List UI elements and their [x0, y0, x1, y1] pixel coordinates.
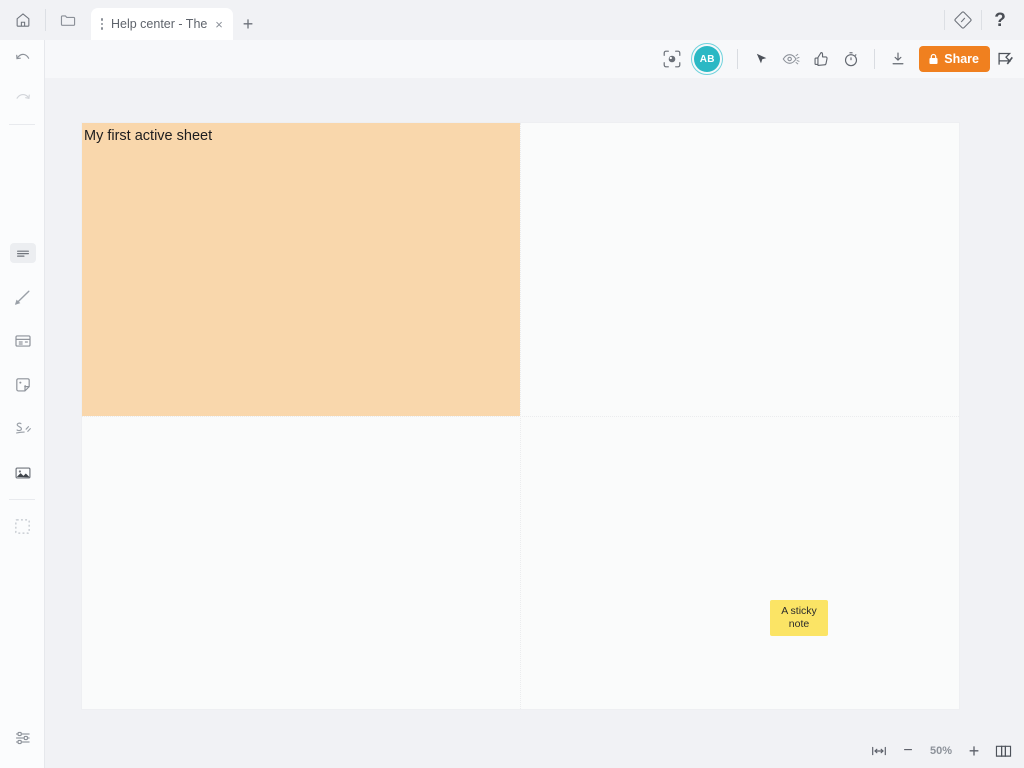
avatar-ring — [691, 43, 724, 75]
avatar[interactable]: AB — [691, 43, 724, 75]
zoom-in-button[interactable]: + — [961, 738, 987, 764]
sliders-settings-icon — [13, 728, 33, 748]
status-bar: − 50% + — [45, 734, 1024, 768]
left-sidebar — [0, 40, 45, 768]
card-layout-icon — [13, 331, 33, 351]
focus-frame-icon — [659, 47, 685, 71]
timer-button[interactable] — [836, 44, 866, 74]
sticky-note-tag-icon — [13, 375, 33, 395]
download-icon — [889, 50, 907, 68]
diamond-menu-button[interactable] — [945, 0, 981, 40]
sidebar-item-redo[interactable] — [0, 76, 45, 120]
lock-icon — [928, 53, 939, 65]
pointer-button[interactable] — [746, 44, 776, 74]
sidebar-item-text[interactable] — [0, 231, 45, 275]
focus-mode-button[interactable] — [657, 44, 687, 74]
pen-icon — [12, 287, 33, 308]
toolbar-divider-2 — [874, 49, 876, 69]
grid-line-horizontal — [82, 416, 959, 417]
top-bar-right: ? — [944, 0, 1024, 40]
download-button[interactable] — [883, 44, 913, 74]
new-tab-button[interactable]: + — [233, 8, 263, 40]
sidebar-divider-2 — [9, 499, 35, 500]
sidebar-divider-1 — [9, 124, 35, 125]
canvas-area[interactable]: My first active sheet A sticky note — [45, 78, 1024, 734]
home-button[interactable] — [0, 0, 45, 40]
cursor-pointer-icon — [753, 51, 770, 68]
flag-button[interactable] — [990, 44, 1020, 74]
presence-button[interactable] — [776, 44, 806, 74]
question-mark-icon: ? — [994, 9, 1006, 31]
text-block-icon — [9, 243, 36, 263]
sidebar-item-image[interactable] — [0, 451, 45, 495]
fit-width-button[interactable] — [866, 738, 892, 764]
diamond-slash-icon — [953, 10, 973, 30]
zoom-level: 50% — [929, 745, 953, 757]
sidebar-item-undo[interactable] — [0, 40, 45, 76]
flag-cut-icon — [995, 49, 1015, 69]
book-pages-icon — [994, 743, 1013, 759]
sidebar-item-sticky-note[interactable] — [0, 363, 45, 407]
tab-title: Help center - The ... — [111, 17, 209, 31]
eye-motion-icon — [781, 49, 801, 69]
sidebar-item-frame[interactable] — [0, 504, 45, 548]
folder-button[interactable] — [46, 0, 91, 40]
sidebar-item-card[interactable] — [0, 319, 45, 363]
browser-top-bar: Help center - The ... × + ? — [0, 0, 1024, 40]
zoom-out-button[interactable]: − — [895, 738, 921, 764]
share-button[interactable]: Share — [919, 46, 990, 72]
fit-width-icon — [870, 744, 888, 758]
app-window: Help center - The ... × + ? — [0, 0, 1024, 768]
app-toolbar: AB Share — [45, 40, 1024, 78]
toolbar-divider-1 — [737, 49, 739, 69]
sidebar-item-settings[interactable] — [0, 716, 45, 760]
like-button[interactable] — [806, 44, 836, 74]
sheet-title: My first active sheet — [84, 128, 213, 144]
close-icon[interactable]: × — [211, 16, 227, 32]
board[interactable]: My first active sheet A sticky note — [82, 123, 959, 709]
redo-arrow-icon — [13, 88, 33, 108]
tab-strip: Help center - The ... × + — [91, 0, 263, 40]
plus-icon: + — [968, 741, 980, 761]
top-bar-left: Help center - The ... × + — [0, 0, 263, 40]
home-icon — [14, 11, 32, 29]
pages-view-button[interactable] — [990, 738, 1016, 764]
minus-icon: − — [903, 742, 913, 759]
help-button[interactable]: ? — [982, 0, 1018, 40]
undo-arrow-icon — [13, 48, 33, 68]
folder-icon — [59, 11, 78, 30]
scribble-icon — [12, 418, 34, 440]
tab-help-center[interactable]: Help center - The ... × — [91, 8, 233, 40]
tab-menu-icon[interactable] — [95, 13, 109, 35]
image-icon — [13, 463, 33, 483]
sidebar-item-scribble[interactable] — [0, 407, 45, 451]
stopwatch-icon — [842, 50, 860, 68]
sidebar-item-pen[interactable] — [0, 275, 45, 319]
dashed-frame-icon — [13, 517, 32, 536]
share-label: Share — [944, 52, 979, 66]
sidebar-bottom — [0, 716, 45, 760]
sticky-note[interactable]: A sticky note — [770, 600, 828, 636]
thumbs-up-icon — [812, 50, 830, 68]
sheet-cell-filled[interactable]: My first active sheet — [82, 123, 520, 416]
